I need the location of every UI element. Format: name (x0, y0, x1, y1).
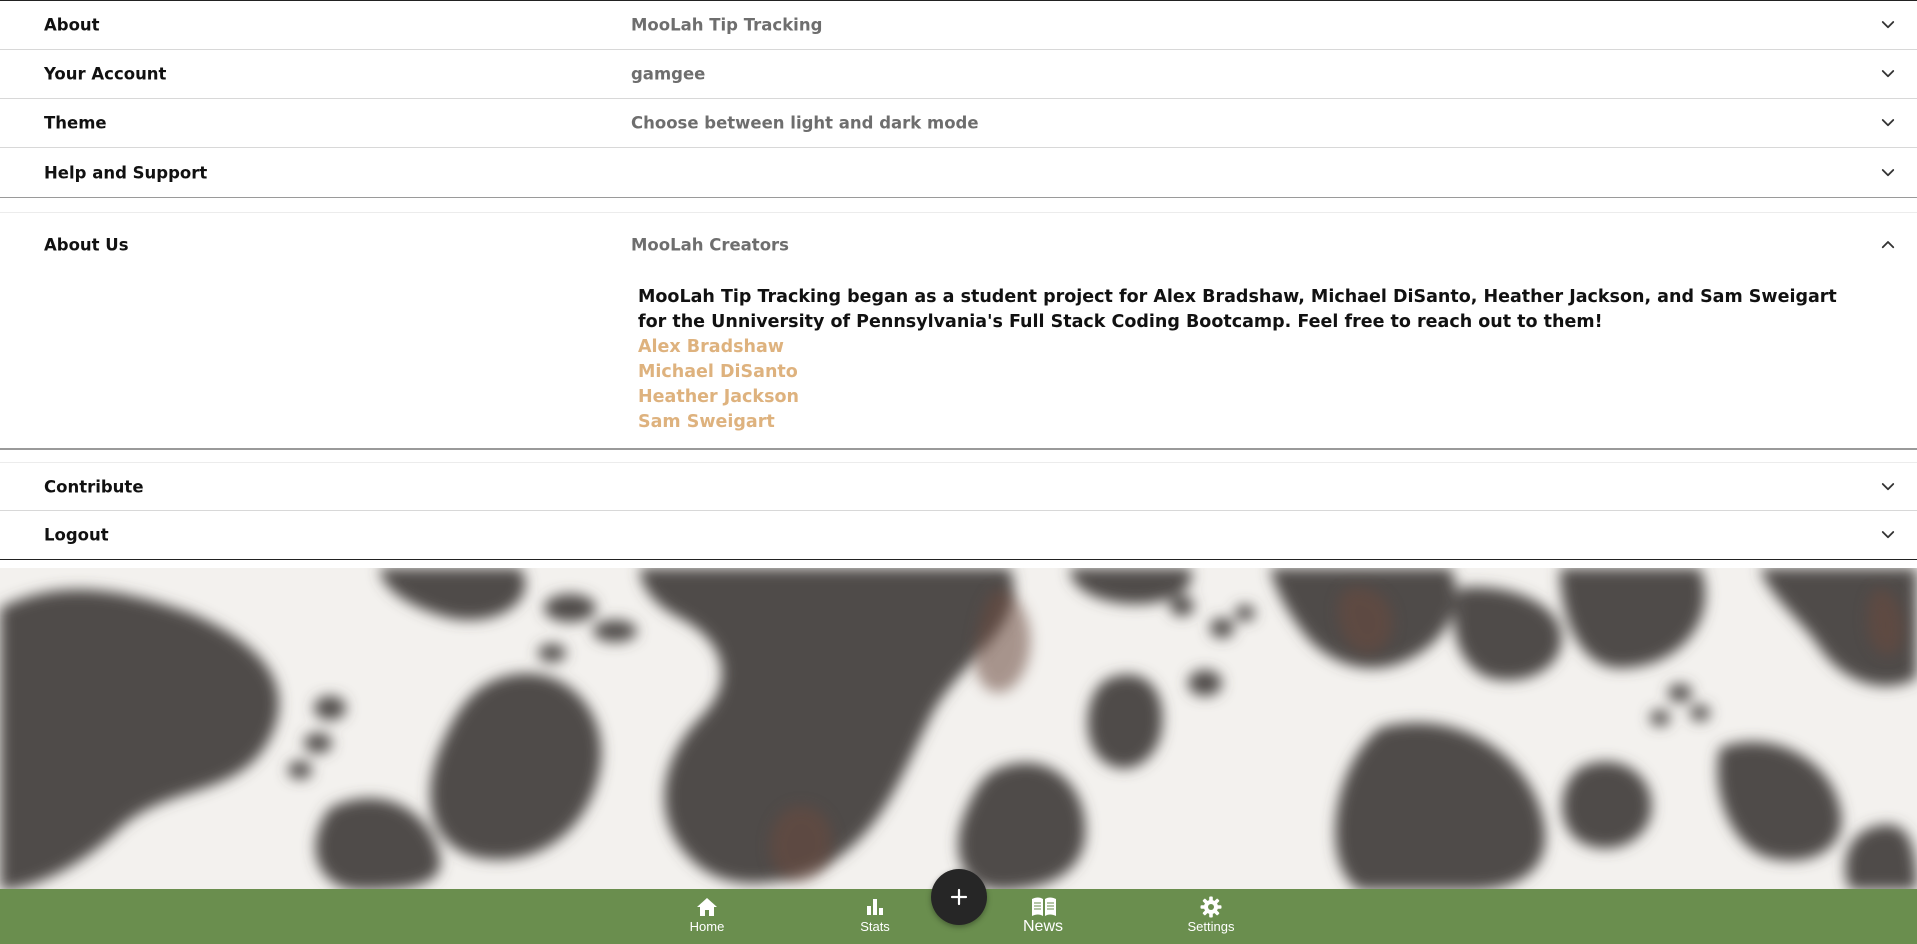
creator-link-sam-sweigart[interactable]: Sam Sweigart (638, 410, 1848, 435)
creator-link-heather-jackson[interactable]: Heather Jackson (638, 385, 1848, 410)
nav-settings[interactable]: Settings (1166, 889, 1256, 944)
book-icon (1031, 895, 1056, 919)
nav-news[interactable]: News (998, 889, 1088, 944)
creator-link-michael-disanto[interactable]: Michael DiSanto (638, 360, 1848, 385)
row-label: Your Account (44, 64, 167, 84)
row-label: Logout (44, 525, 109, 545)
creator-link-alex-bradshaw[interactable]: Alex Bradshaw (638, 335, 1848, 360)
about-us-panel: MooLah Tip Tracking began as a student p… (638, 285, 1848, 435)
chevron-down-icon[interactable] (1879, 114, 1897, 132)
gear-icon (1199, 895, 1223, 919)
chevron-down-icon[interactable] (1879, 526, 1897, 544)
settings-row-contribute[interactable]: Contribute (0, 462, 1917, 511)
about-us-description: MooLah Tip Tracking began as a student p… (638, 287, 1837, 332)
plus-icon (950, 888, 968, 906)
settings-row-logout[interactable]: Logout (0, 511, 1917, 560)
nav-label: Settings (1187, 919, 1235, 934)
add-button[interactable] (931, 869, 987, 925)
chevron-down-icon[interactable] (1879, 16, 1897, 34)
nav-label: Stats (860, 919, 890, 934)
chevron-up-icon[interactable] (1879, 236, 1897, 254)
settings-row-about[interactable]: About MooLah Tip Tracking (0, 1, 1917, 50)
nav-stats[interactable]: Stats (830, 889, 920, 944)
row-summary: Choose between light and dark mode (631, 113, 979, 133)
row-summary: MooLah Creators (631, 235, 789, 255)
cowhide-background (0, 568, 1917, 890)
section-spacer (0, 198, 1917, 212)
nav-label: News (1022, 918, 1063, 935)
row-label: Theme (44, 113, 107, 133)
chevron-down-icon[interactable] (1879, 478, 1897, 496)
bar-chart-icon (863, 895, 887, 919)
settings-row-help-and-support[interactable]: Help and Support (0, 148, 1917, 198)
nav-label: Home (689, 919, 725, 934)
chevron-down-icon[interactable] (1879, 65, 1897, 83)
settings-row-about-us[interactable]: About Us MooLah Creators (0, 213, 1917, 277)
settings-row-about-us-expanded: About Us MooLah Creators MooLah Tip Trac… (0, 212, 1917, 450)
chevron-down-icon[interactable] (1879, 164, 1897, 182)
nav-home[interactable]: Home (662, 889, 752, 944)
row-label: About (44, 15, 100, 35)
settings-row-your-account[interactable]: Your Account gamgee (0, 50, 1917, 99)
row-label: Contribute (44, 477, 144, 496)
row-summary: MooLah Tip Tracking (631, 15, 823, 35)
row-label: Help and Support (44, 163, 208, 182)
row-label: About Us (44, 235, 129, 255)
row-summary: gamgee (631, 64, 706, 84)
home-icon (695, 895, 719, 919)
settings-list: About MooLah Tip Tracking Your Account g… (0, 0, 1917, 560)
settings-row-theme[interactable]: Theme Choose between light and dark mode (0, 99, 1917, 148)
